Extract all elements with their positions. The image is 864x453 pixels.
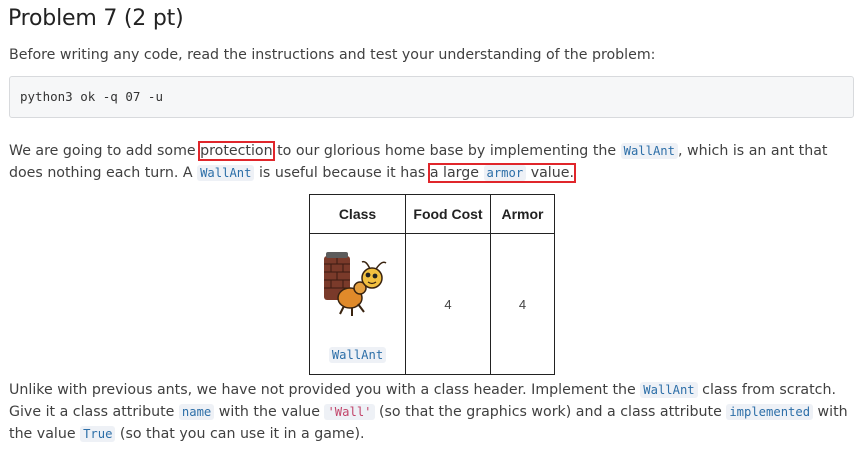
table-row: WallAnt 4 4 [309, 233, 555, 375]
intro-text: Before writing any code, read the instru… [9, 47, 656, 63]
inline-code-wallant: WallAnt [620, 143, 678, 159]
inline-code-wall-string: 'Wall' [324, 404, 375, 420]
text-run: Unlike with previous ants, we have not p… [9, 382, 641, 398]
text-run: value. [526, 165, 574, 181]
problem-title: Problem 7 (2 pt) [8, 6, 184, 31]
food-cost-cell: 4 [405, 233, 491, 375]
highlighted-armor-phrase: a large armor value. [427, 163, 576, 183]
ant-stats-table: Class Food Cost Armor WallAnt 4 4 [309, 194, 555, 375]
description-paragraph: We are going to add some protection to o… [9, 140, 854, 184]
class-cell: WallAnt [309, 233, 406, 375]
header-class: Class [309, 194, 406, 234]
inline-code-name: name [178, 404, 215, 420]
text-run: to our glorious home base by implementin… [272, 143, 621, 159]
inline-code-wallant: WallAnt [197, 165, 255, 181]
header-food-cost: Food Cost [405, 194, 491, 234]
inline-code-implemented: implemented [726, 404, 814, 420]
header-armor: Armor [490, 194, 555, 234]
inline-code-armor: armor [483, 165, 527, 181]
text-run: (so that you can use it in a game). [115, 426, 365, 442]
text-run: We are going to add some [9, 143, 201, 159]
text-run: is useful because it has [254, 165, 430, 181]
command-text[interactable]: python3 ok -q 07 -u [10, 77, 853, 116]
table-header-row: Class Food Cost Armor [309, 194, 555, 234]
wall-ant-icon [324, 252, 387, 316]
armor-cell: 4 [490, 233, 555, 375]
text-run: a large [429, 165, 484, 181]
instructions-paragraph: Unlike with previous ants, we have not p… [9, 379, 854, 445]
text-run: (so that the graphics work) and a class … [374, 404, 727, 420]
class-label-wallant: WallAnt [328, 347, 387, 363]
text-run: with the value [214, 404, 325, 420]
highlighted-protection: protection [198, 141, 275, 161]
inline-code-true: True [80, 426, 116, 442]
command-code-block[interactable]: python3 ok -q 07 -u [9, 76, 854, 118]
inline-code-wallant: WallAnt [640, 382, 698, 398]
